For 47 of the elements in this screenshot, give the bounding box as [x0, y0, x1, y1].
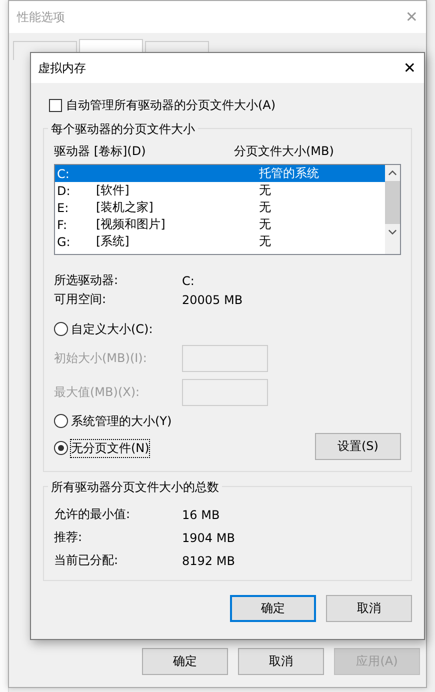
close-button[interactable]: ✕: [403, 59, 416, 77]
field-label: 初始大小(MB)(I):: [54, 350, 148, 366]
set-button[interactable]: 设置(S): [315, 432, 401, 460]
radio-label[interactable]: 系统管理的大小(Y): [71, 412, 172, 430]
list-row[interactable]: G: [系统] 无: [55, 233, 385, 250]
page-file-size: 托管的系统: [259, 165, 319, 182]
total-value: 1904 MB: [182, 530, 235, 544]
radio-label[interactable]: 自定义大小(C):: [71, 320, 153, 338]
drive-label: [软件]: [96, 183, 130, 197]
column-header: 驱动器 [卷标](D): [54, 143, 147, 160]
drive-letter: D:: [57, 184, 72, 198]
drive-letter: C:: [57, 166, 70, 180]
info-value: 20005 MB: [182, 292, 243, 306]
total-label: 当前已分配:: [54, 552, 120, 569]
total-label: 推荐:: [54, 529, 84, 546]
page-file-size: 无: [259, 199, 271, 216]
page-file-size: 无: [259, 182, 271, 199]
list-row[interactable]: D: [软件] 无: [55, 182, 385, 199]
drive-letter: G:: [57, 234, 72, 248]
dialog-button[interactable]: 确定: [230, 595, 316, 622]
drive-label: [装机之家]: [96, 200, 154, 214]
total-value: 16 MB: [182, 508, 220, 522]
dialog-title: 虚拟内存: [38, 60, 86, 76]
dialog-button[interactable]: 取消: [326, 595, 412, 622]
list-row[interactable]: C: 托管的系统: [55, 165, 385, 182]
list-row[interactable]: F: [视频和图片] 无: [55, 216, 385, 233]
drive-letter: E:: [57, 200, 70, 214]
drive-label: [系统]: [96, 234, 130, 248]
total-label: 允许的最小值:: [54, 506, 132, 523]
dialog-button[interactable]: 确定: [142, 648, 228, 675]
drive-letter: F:: [57, 218, 68, 232]
page-file-size: 无: [259, 233, 271, 250]
group-title: 所有驱动器分页文件大小的总数: [48, 479, 222, 496]
checkbox-label[interactable]: 自动管理所有驱动器的分页文件大小(A): [66, 97, 276, 114]
info-value: C:: [182, 274, 194, 288]
column-header: 分页文件大小(MB): [234, 143, 334, 160]
window-title: 性能选项: [17, 8, 65, 26]
list-row[interactable]: E: [装机之家] 无: [55, 199, 385, 216]
field-label: 最大值(MB)(X):: [54, 384, 141, 400]
drive-label: [视频和图片]: [96, 217, 166, 231]
page-file-size: 无: [259, 216, 271, 233]
group-title: 每个驱动器的分页文件大小: [48, 121, 198, 138]
info-label: 可用空间:: [54, 291, 108, 308]
info-label: 所选驱动器:: [54, 272, 120, 289]
radio-label[interactable]: 无分页文件(N): [71, 440, 150, 456]
dialog-button[interactable]: 取消: [238, 648, 324, 675]
total-value: 8192 MB: [182, 554, 235, 568]
